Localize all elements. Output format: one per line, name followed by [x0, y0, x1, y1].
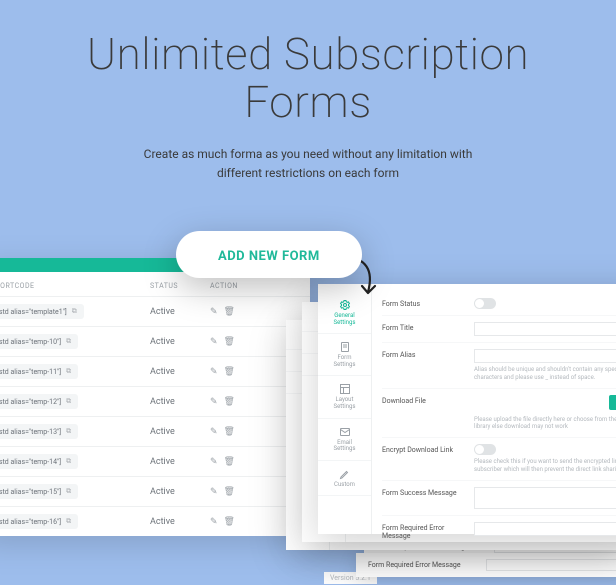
- delete-icon[interactable]: 🗑: [224, 427, 235, 437]
- shortcode-pill[interactable]: [std alias="temp-16"]⧉: [0, 514, 78, 529]
- required-msg-label: Form Required Error Message: [382, 522, 464, 540]
- form-detail-card: General Settings Form Settings Layout Se…: [318, 284, 616, 534]
- status-cell: Active: [150, 367, 210, 377]
- table-row: [std alias="temp-14"]⧉ Active✎ 🗑: [0, 446, 310, 476]
- copy-icon[interactable]: ⧉: [66, 457, 71, 466]
- form-settings-content: Form Status Form Title Form Alias Alias …: [372, 284, 616, 534]
- delete-icon[interactable]: 🗑: [224, 337, 235, 347]
- form-status-label: Form Status: [382, 298, 464, 308]
- sidebar-item-email[interactable]: Email Settings: [318, 419, 371, 461]
- copy-icon[interactable]: ⧉: [66, 337, 71, 346]
- shortcode-pill[interactable]: [std alias="temp-13"]⧉: [0, 424, 78, 439]
- sidebar-item-general[interactable]: General Settings: [318, 292, 371, 334]
- table-row: [std alias="temp-13"]⧉ Active✎ 🗑: [0, 416, 310, 446]
- table-row: [std alias="temp-16"]⧉ Active✎ 🗑: [0, 506, 310, 536]
- table-row: [std alias="temp-12"]⧉ Active✎ 🗑: [0, 386, 310, 416]
- edit-icon[interactable]: ✎: [210, 397, 218, 407]
- copy-icon[interactable]: ⧉: [66, 427, 71, 436]
- stacked-required-row-2: Form Required Error Message: [356, 553, 616, 577]
- edit-icon[interactable]: ✎: [210, 337, 218, 347]
- success-msg-input[interactable]: [474, 487, 616, 509]
- form-alias-input[interactable]: [474, 349, 616, 363]
- download-hint: Please upload the file directly here or …: [474, 416, 616, 432]
- table-row: [std alias="temp-15"]⧉ Active✎ 🗑: [0, 476, 310, 506]
- col-action: ACTION: [210, 282, 270, 290]
- delete-icon[interactable]: 🗑: [224, 307, 235, 317]
- encrypt-toggle[interactable]: [474, 444, 496, 455]
- status-cell: Active: [150, 457, 210, 467]
- shortcode-pill[interactable]: [std alias="temp-11"]⧉: [0, 364, 78, 379]
- edit-icon[interactable]: ✎: [210, 487, 218, 497]
- pencil-icon: [339, 468, 351, 480]
- email-icon: [339, 426, 351, 438]
- copy-icon[interactable]: ⧉: [66, 397, 71, 406]
- shortcode-pill[interactable]: [std alias="temp-14"]⧉: [0, 454, 78, 469]
- table-row: [std alias="temp-10"]⧉ Active✎ 🗑: [0, 326, 310, 356]
- col-status: STATUS: [150, 282, 210, 290]
- status-cell: Active: [150, 397, 210, 407]
- page-title: Unlimited SubscriptionForms: [0, 30, 616, 127]
- status-cell: Active: [150, 487, 210, 497]
- edit-icon[interactable]: ✎: [210, 307, 218, 317]
- copy-icon[interactable]: ⧉: [66, 487, 71, 496]
- settings-sidebar: General Settings Form Settings Layout Se…: [318, 284, 372, 534]
- copy-icon[interactable]: ⧉: [72, 307, 77, 316]
- form-alias-label: Form Alias: [382, 349, 464, 359]
- encrypt-label: Encrypt Download Link: [382, 444, 464, 454]
- col-shortcode: SHORTCODE: [0, 282, 150, 290]
- forms-list-card: SHORTCODE STATUS ACTION [std alias="temp…: [0, 258, 310, 536]
- form-title-label: Form Title: [382, 322, 464, 332]
- download-file-label: Download File: [382, 395, 464, 405]
- edit-icon[interactable]: ✎: [210, 367, 218, 377]
- layout-icon: [339, 383, 351, 395]
- required-msg-input[interactable]: [474, 522, 616, 536]
- shortcode-pill[interactable]: [std alias="temp-15"]⧉: [0, 484, 78, 499]
- status-cell: Active: [150, 307, 210, 317]
- edit-icon[interactable]: ✎: [210, 427, 218, 437]
- add-new-form-button[interactable]: ADD NEW FORM: [176, 231, 362, 278]
- edit-icon[interactable]: ✎: [210, 457, 218, 467]
- sidebar-item-layout[interactable]: Layout Settings: [318, 376, 371, 418]
- copy-icon[interactable]: ⧉: [66, 517, 71, 526]
- shortcode-pill[interactable]: [std alias="temp-12"]⧉: [0, 394, 78, 409]
- sidebar-item-custom[interactable]: Custom: [318, 461, 371, 497]
- edit-icon[interactable]: ✎: [210, 517, 218, 527]
- form-title-input[interactable]: [474, 322, 616, 336]
- status-cell: Active: [150, 427, 210, 437]
- upload-file-button[interactable]: Upload Fi: [609, 395, 616, 410]
- status-cell: Active: [150, 337, 210, 347]
- shortcode-pill[interactable]: [std alias="temp-10"]⧉: [0, 334, 78, 349]
- delete-icon[interactable]: 🗑: [224, 367, 235, 377]
- status-cell: Active: [150, 517, 210, 527]
- copy-icon[interactable]: ⧉: [66, 367, 71, 376]
- success-msg-label: Form Success Message: [382, 487, 464, 497]
- gear-icon: [339, 299, 351, 311]
- sidebar-item-form[interactable]: Form Settings: [318, 334, 371, 376]
- alias-hint: Alias should be unique and shouldn't con…: [474, 366, 616, 382]
- form-icon: [339, 341, 351, 353]
- delete-icon[interactable]: 🗑: [224, 397, 235, 407]
- table-row: [std alias="temp-11"]⧉ Active✎ 🗑: [0, 356, 310, 386]
- form-status-toggle[interactable]: [474, 298, 496, 309]
- shortcode-pill[interactable]: [std alias="template1"]⧉: [0, 304, 84, 319]
- table-row: [std alias="template1"]⧉ Active✎ 🗑: [0, 296, 310, 326]
- encrypt-hint: Please check this if you want to send th…: [474, 458, 616, 474]
- delete-icon[interactable]: 🗑: [224, 517, 235, 527]
- page-subtitle: Create as much forma as you need without…: [0, 145, 616, 183]
- delete-icon[interactable]: 🗑: [224, 487, 235, 497]
- delete-icon[interactable]: 🗑: [224, 457, 235, 467]
